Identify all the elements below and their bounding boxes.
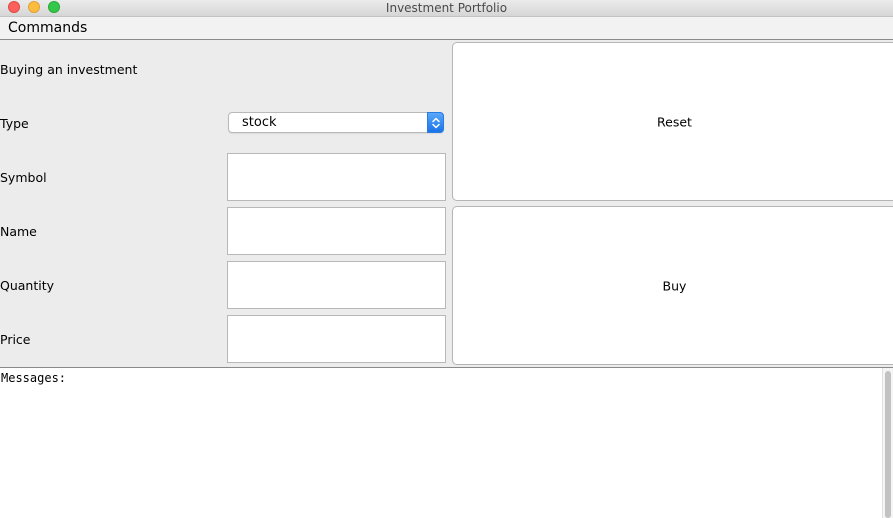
messages-scrollbar[interactable] [882,368,893,518]
reset-button[interactable]: Reset [452,42,893,201]
price-field[interactable] [227,315,446,363]
type-select[interactable]: stock [228,112,444,133]
menu-commands[interactable]: Commands [8,20,87,36]
symbol-label: Symbol [0,170,47,185]
messages-area[interactable]: Messages: [0,368,893,518]
name-label: Name [0,224,37,239]
menu-bar: Commands [0,17,893,40]
form-heading: Buying an investment [0,62,138,77]
quantity-field[interactable] [227,261,446,309]
messages-text: Messages: [1,371,67,385]
buy-button[interactable]: Buy [452,206,893,365]
reset-button-label: Reset [657,114,692,129]
type-label: Type [0,116,29,131]
app-window: Investment Portfolio Commands Buying an … [0,0,893,518]
title-bar: Investment Portfolio [0,0,893,17]
name-field[interactable] [227,207,446,255]
symbol-field[interactable] [227,153,446,201]
price-label: Price [0,332,31,347]
chevron-up-down-icon [427,112,444,133]
quantity-label: Quantity [0,278,55,293]
window-title: Investment Portfolio [385,1,508,15]
buy-button-label: Buy [662,278,687,293]
type-select-value: stock [242,115,277,130]
messages-scrollbar-thumb[interactable] [885,371,891,518]
